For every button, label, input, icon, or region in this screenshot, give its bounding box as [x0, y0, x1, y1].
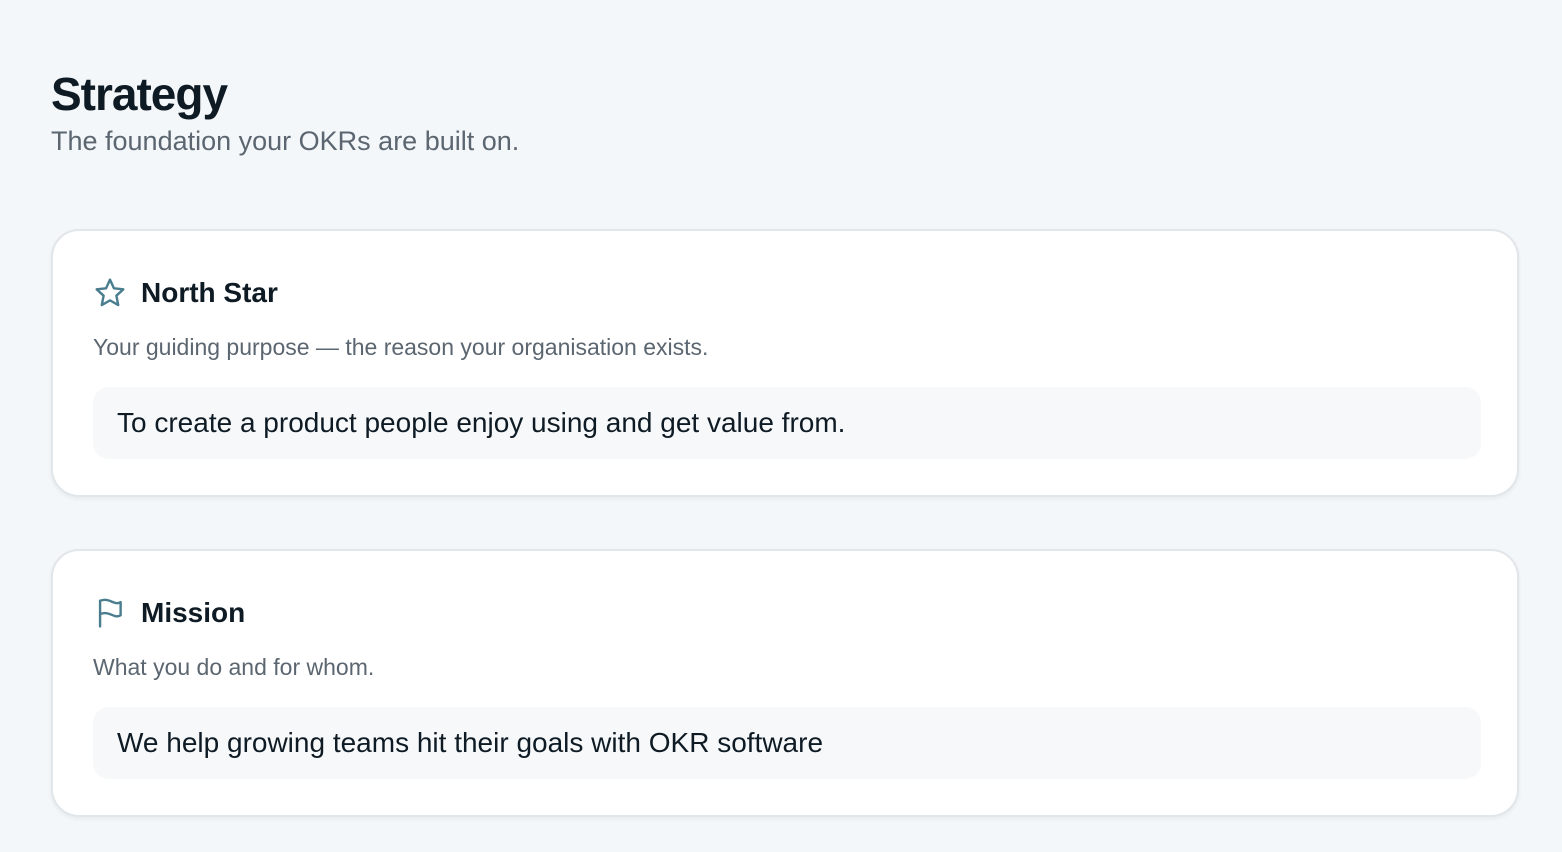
strategy-page: Strategy The foundation your OKRs are bu…	[0, 0, 1562, 852]
mission-value[interactable]: We help growing teams hit their goals wi…	[93, 707, 1481, 779]
star-icon	[93, 276, 127, 310]
mission-card-header: Mission	[93, 595, 245, 631]
north-star-card-header: North Star	[93, 275, 278, 311]
flag-icon	[93, 596, 127, 630]
page-title: Strategy	[51, 68, 228, 120]
mission-title: Mission	[141, 597, 246, 628]
north-star-description: Your guiding purpose — the reason your o…	[93, 334, 709, 360]
mission-description: What you do and for whom.	[93, 654, 375, 680]
page-header: Strategy The foundation your OKRs are bu…	[51, 66, 519, 158]
mission-card: Mission What you do and for whom. We hel…	[51, 549, 1519, 817]
page-subtitle: The foundation your OKRs are built on.	[51, 126, 520, 156]
north-star-title: North Star	[141, 277, 278, 308]
north-star-value[interactable]: To create a product people enjoy using a…	[93, 387, 1481, 459]
north-star-card: North Star Your guiding purpose — the re…	[51, 229, 1519, 497]
